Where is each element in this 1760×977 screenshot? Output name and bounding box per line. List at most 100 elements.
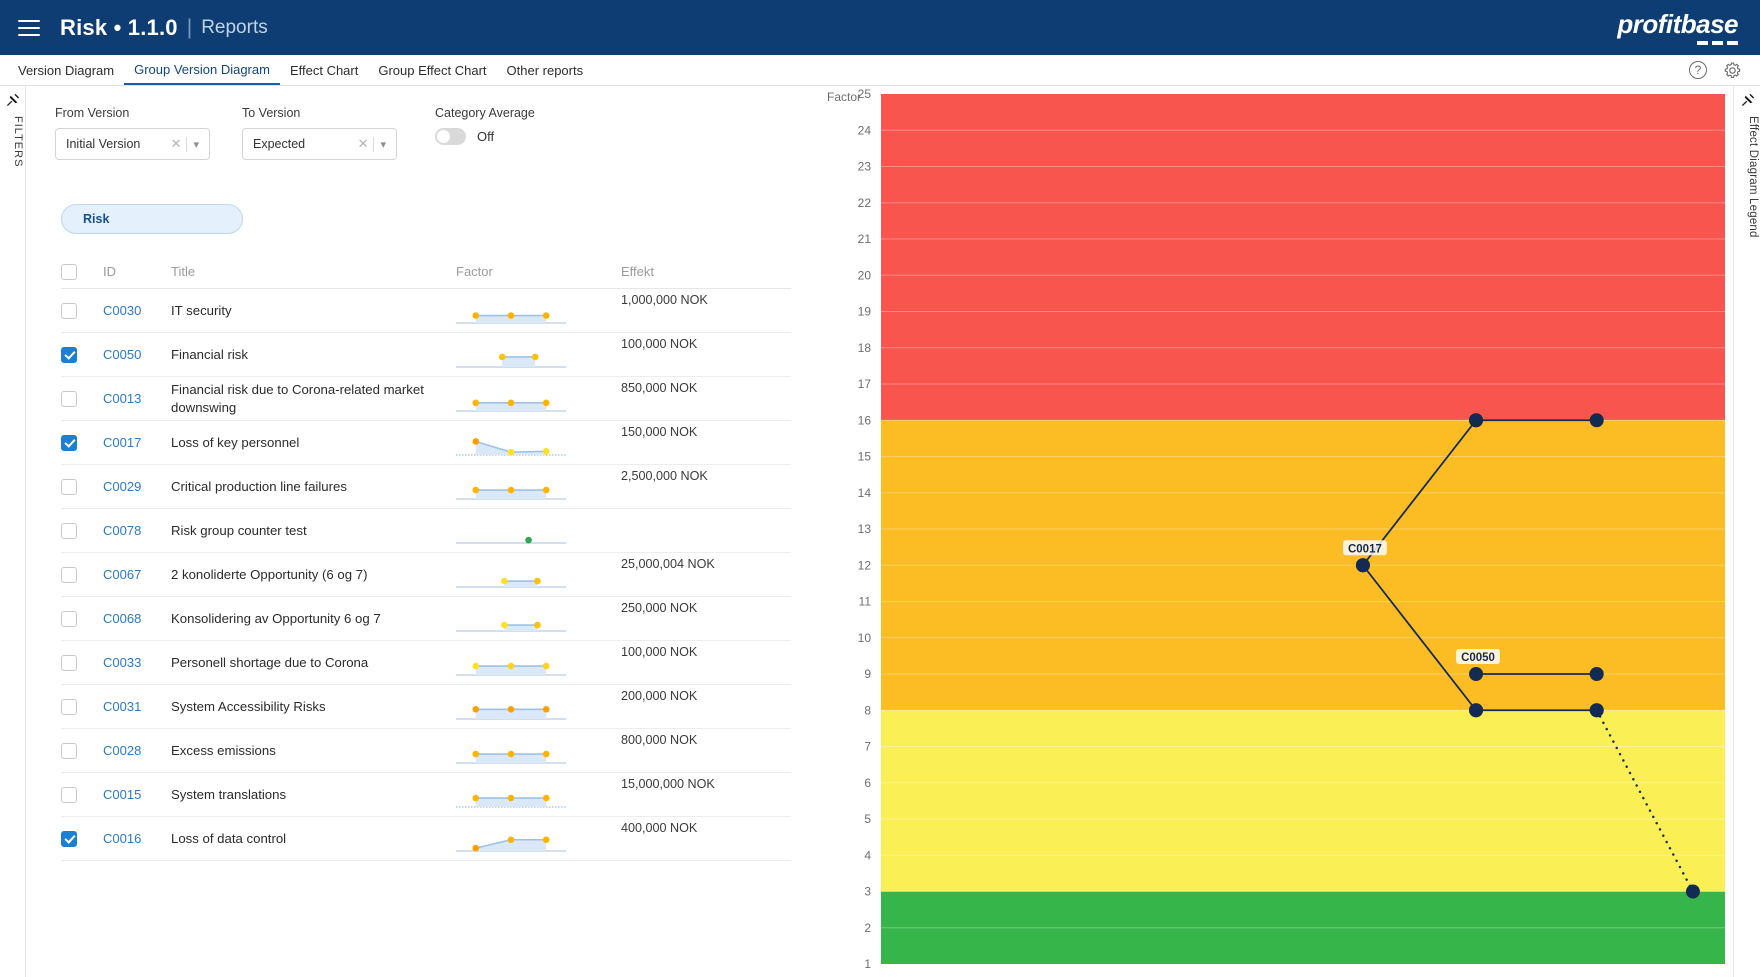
data-point[interactable]	[1469, 703, 1484, 718]
row-effekt: 1,000,000 NOK	[621, 293, 708, 307]
data-point[interactable]	[1589, 667, 1604, 681]
data-point[interactable]	[1469, 667, 1484, 681]
select-all-checkbox[interactable]	[61, 263, 77, 280]
table-row[interactable]: C0013 Financial risk due to Corona-relate…	[61, 377, 791, 421]
y-tick-label: 25	[858, 87, 872, 101]
row-checkbox[interactable]	[61, 302, 77, 319]
pin-icon[interactable]	[5, 92, 21, 108]
row-checkbox[interactable]	[61, 698, 77, 715]
row-id-link[interactable]: C0017	[103, 421, 171, 464]
chevron-down-icon[interactable]: ▾	[374, 138, 390, 151]
row-checkbox[interactable]	[61, 346, 77, 363]
row-title: Loss of data control	[171, 830, 287, 846]
table-header-row: ID Title Factor Effekt	[61, 255, 791, 289]
row-id-link[interactable]: C0033	[103, 641, 171, 684]
table-row[interactable]: C0068 Konsolidering av Opportunity 6 og 7…	[61, 597, 791, 641]
category-average-field: Category Average Off	[435, 106, 590, 160]
table-row[interactable]: C0031 System Accessibility Risks 200,000 …	[61, 685, 791, 729]
row-id-link[interactable]: C0050	[103, 333, 171, 376]
to-version-select[interactable]: Expected ✕ ▾	[242, 128, 397, 160]
row-id-link[interactable]: C0078	[103, 509, 171, 552]
category-average-toggle[interactable]	[435, 128, 466, 145]
table-row[interactable]: C0050 Financial risk 100,000 NOK	[61, 333, 791, 377]
tab-group-version-diagram[interactable]: Group Version Diagram	[124, 55, 280, 85]
table-row[interactable]: C0017 Loss of key personnel 150,000 NOK	[61, 421, 791, 465]
help-icon[interactable]: ?	[1689, 61, 1707, 79]
factor-sparkline	[456, 311, 566, 324]
y-tick-label: 14	[858, 486, 872, 500]
table-row[interactable]: C0030 IT security 1,000,000 NOK	[61, 289, 791, 333]
row-id-link[interactable]: C0028	[103, 729, 171, 772]
table-row[interactable]: C0078 Risk group counter test	[61, 509, 791, 553]
data-point[interactable]	[1355, 558, 1370, 573]
point-label: C0050	[1461, 652, 1495, 664]
hamburger-menu-icon[interactable]	[18, 19, 40, 36]
data-point[interactable]	[1589, 703, 1604, 718]
row-checkbox[interactable]	[61, 786, 77, 803]
row-checkbox[interactable]	[61, 522, 77, 539]
risk-table: ID Title Factor Effekt C0030 IT security 1…	[61, 255, 791, 861]
table-row[interactable]: C0067 2 konoliderte Opportunity (6 og 7) 2…	[61, 553, 791, 597]
row-id-link[interactable]: C0013	[103, 377, 171, 420]
point-label: C0017	[1348, 543, 1382, 555]
row-id-link[interactable]: C0031	[103, 685, 171, 728]
table-row[interactable]: C0016 Loss of data control 400,000 NOK	[61, 817, 791, 861]
row-factor-cell	[456, 729, 621, 772]
row-title: System translations	[171, 786, 287, 802]
tab-other-reports[interactable]: Other reports	[497, 55, 594, 85]
table-row[interactable]: C0028 Excess emissions 800,000 NOK	[61, 729, 791, 773]
filters-row: From Version Initial Version ✕ ▾ To Vers…	[55, 106, 622, 160]
pin-icon[interactable]	[1740, 92, 1756, 108]
from-version-select[interactable]: Initial Version ✕ ▾	[55, 128, 210, 160]
table-row[interactable]: C0029 Critical production line failures 2,…	[61, 465, 791, 509]
clear-icon[interactable]: ✕	[166, 136, 187, 152]
y-tick-label: 19	[858, 305, 872, 319]
chart-canvas[interactable]: 2524232221201918171615141312111098765432…	[827, 86, 1733, 977]
row-id-link[interactable]: C0067	[103, 553, 171, 596]
row-checkbox[interactable]	[61, 610, 77, 627]
factor-sparkline	[456, 353, 566, 368]
row-factor-cell	[456, 641, 621, 684]
y-tick-label: 22	[858, 196, 872, 210]
y-tick-label: 12	[858, 558, 872, 572]
row-title: 2 konoliderte Opportunity (6 og 7)	[171, 566, 368, 582]
band-red	[881, 94, 1725, 421]
tab-group-effect-chart[interactable]: Group Effect Chart	[368, 55, 496, 85]
column-header-title: Title	[171, 264, 196, 279]
factor-sparkline	[456, 705, 566, 720]
brand-dashes-icon	[1617, 40, 1738, 45]
row-title: Risk group counter test	[171, 522, 307, 538]
row-checkbox[interactable]	[61, 566, 77, 583]
factor-sparkline	[456, 621, 566, 632]
data-point[interactable]	[1589, 413, 1604, 428]
row-id-link[interactable]: C0068	[103, 597, 171, 640]
y-tick-label: 17	[858, 377, 872, 391]
row-checkbox[interactable]	[61, 742, 77, 759]
row-id-link[interactable]: C0016	[103, 817, 171, 860]
row-effekt: 850,000 NOK	[621, 381, 698, 395]
row-checkbox[interactable]	[61, 434, 77, 451]
row-checkbox[interactable]	[61, 654, 77, 671]
table-row[interactable]: C0033 Personell shortage due to Corona 100…	[61, 641, 791, 685]
group-version-diagram-chart: Factor 25 24 23 22 21 20 19 18 17 16 15 14 13 12 11 10 9…	[827, 86, 1733, 977]
tab-version-diagram[interactable]: Version Diagram	[8, 55, 124, 85]
clear-icon[interactable]: ✕	[353, 136, 374, 152]
tab-effect-chart[interactable]: Effect Chart	[280, 55, 368, 85]
table-row[interactable]: C0015 System translations 15,000,000 NOK	[61, 773, 791, 817]
data-point[interactable]	[1685, 884, 1700, 899]
row-id-link[interactable]: C0015	[103, 773, 171, 816]
gear-icon[interactable]	[1723, 61, 1742, 80]
chevron-down-icon[interactable]: ▾	[187, 138, 203, 151]
risk-group-pill[interactable]: Risk	[61, 204, 243, 234]
row-id-link[interactable]: C0030	[103, 289, 171, 332]
row-checkbox[interactable]	[61, 390, 77, 407]
data-point[interactable]	[1469, 413, 1484, 428]
row-checkbox[interactable]	[61, 478, 77, 495]
row-id-link[interactable]: C0029	[103, 465, 171, 508]
row-effekt: 25,000,004 NOK	[621, 557, 715, 571]
legend-rail-label: Effect Diagram Legend	[1747, 116, 1759, 238]
row-checkbox[interactable]	[61, 830, 77, 847]
row-select-cell	[61, 377, 103, 420]
select-all-cell	[61, 263, 103, 280]
factor-sparkline	[456, 486, 566, 500]
